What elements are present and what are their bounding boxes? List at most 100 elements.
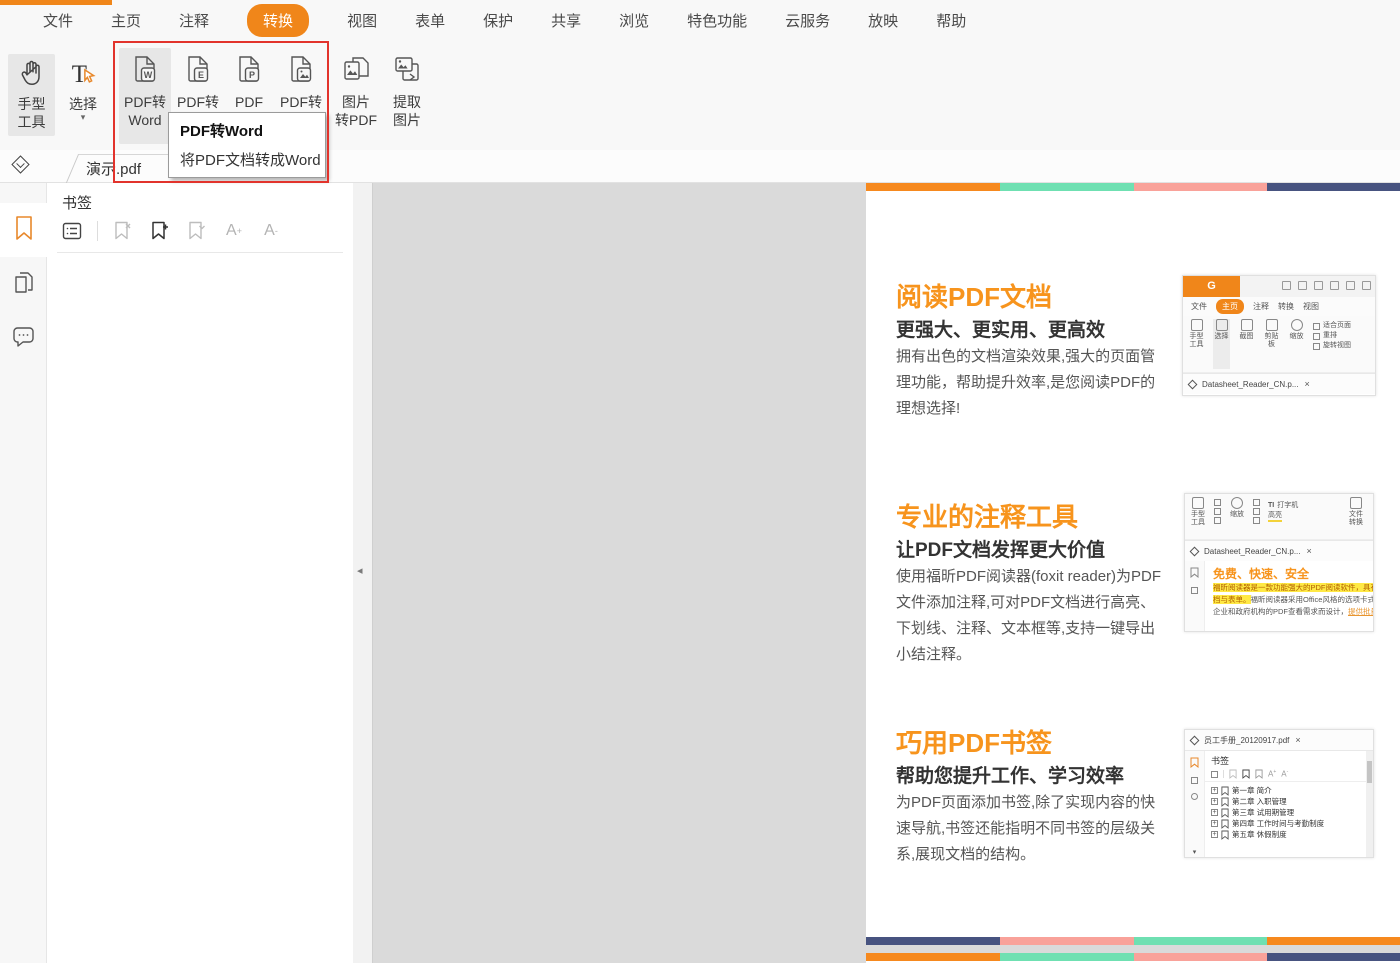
decrease-font-icon: A- xyxy=(1281,769,1289,779)
menu-view[interactable]: 视图 xyxy=(347,10,377,31)
mini3-panel-title: 书签 xyxy=(1211,756,1230,766)
mini3-panel-toolbar: A+ A- xyxy=(1205,768,1373,781)
expand-bookmark-button[interactable] xyxy=(185,219,209,243)
excel-badge: E xyxy=(198,70,204,80)
window-accent-strip xyxy=(0,0,112,5)
sidebar-tab-bookmarks[interactable] xyxy=(0,203,47,257)
doc-link: 提供批量 xyxy=(1348,607,1373,616)
mini3-panel: 书签 A+ A- + 第一章 简介 + 第二章 入职管理 + 第三章 试用期管理 + 第… xyxy=(1205,751,1373,857)
menu-protect[interactable]: 保护 xyxy=(483,10,513,31)
section-3-heading: 巧用PDF书签 xyxy=(896,728,1053,758)
edit-pencil-icon xyxy=(1189,735,1200,745)
navigation-sidebar xyxy=(0,183,47,963)
panel-collapse-strip[interactable]: ◂ xyxy=(353,183,372,963)
mini1-quick-icons xyxy=(1282,281,1371,290)
toolbar-separator xyxy=(97,221,98,241)
page-top-color-bars xyxy=(866,183,1400,191)
section-2-body: 使用福昕PDF阅读器(foxit reader)为PDF文件添加注释,可对PDF… xyxy=(896,568,1162,663)
section-1-subheading: 更强大、更实用、更高效 xyxy=(896,320,1106,341)
hand-tool-button[interactable]: 手型 工具 xyxy=(8,54,55,136)
pdf-to-image-label-1: PDF转 xyxy=(280,94,322,110)
mini1-rotate-view: 旋转视图 xyxy=(1323,342,1351,349)
page2-top-color-bars xyxy=(866,953,1400,961)
increase-font-button[interactable]: A + xyxy=(222,219,246,243)
bookmark-item: + 第三章 试用期管理 xyxy=(1211,808,1295,818)
select-tool-button[interactable]: T 选择 ▾ xyxy=(60,54,106,136)
add-bookmark-button[interactable] xyxy=(148,219,172,243)
menu-slideshow[interactable]: 放映 xyxy=(868,10,898,31)
delete-bookmark-button[interactable] xyxy=(111,219,135,243)
pdf-to-ppt-icon: P xyxy=(232,52,266,90)
chevron-down-icon: ▾ xyxy=(1192,849,1197,856)
panel-divider xyxy=(57,252,343,253)
extract-image-label-1: 提取 xyxy=(393,94,421,110)
menu-cloud[interactable]: 云服务 xyxy=(785,10,830,31)
menu-form[interactable]: 表单 xyxy=(415,10,445,31)
menu-features[interactable]: 特色功能 xyxy=(687,10,747,31)
highlighted-text: 福昕阅读器是一款功能强大的PDF阅读软件，具有 xyxy=(1213,583,1373,592)
select-text-icon: T xyxy=(68,58,98,92)
menu-comment[interactable]: 注释 xyxy=(179,10,209,31)
pdf-to-ppt-label-1: PDF xyxy=(235,94,263,110)
mini-screenshot-annotate: 手型工具 缩放 TI 打字机 高亮 文件转换 Datasheet_Reader_C… xyxy=(1184,493,1374,632)
bookmark-icon xyxy=(1190,567,1199,578)
mini2-highlight-tool: 高亮 xyxy=(1268,512,1282,522)
extract-image-label-2: 图片 xyxy=(393,112,421,128)
bookmark-list-options-button[interactable] xyxy=(60,219,84,243)
section-3-subheading: 帮助您提升工作、学习效率 xyxy=(896,766,1125,787)
document-view-area[interactable]: 阅读PDF文档 更强大、更实用、更高效 拥有出色的文档渲染效果,强大的页面管理功… xyxy=(372,183,1400,963)
mini3-tab-label: 员工手册_20120917.pdf xyxy=(1204,735,1290,745)
highlighted-text: 档与表单。 xyxy=(1213,595,1251,604)
sidebar-tab-comments[interactable] xyxy=(0,318,47,362)
pdf-to-image-icon xyxy=(284,52,318,90)
mini1-zoom-tool: 缩放 xyxy=(1289,333,1304,340)
mini2-zoom-tool: 缩放 xyxy=(1230,511,1244,518)
menu-file[interactable]: 文件 xyxy=(43,10,73,31)
mini2-hand-tool: 手型工具 xyxy=(1191,511,1205,526)
collapse-panel-icon[interactable]: ◂ xyxy=(357,564,363,577)
sidebar-tab-pages[interactable] xyxy=(0,263,47,307)
section-3-body: 为PDF页面添加书签,除了实现内容的快速导航,书签还能指明不同书签的层级关系,展… xyxy=(896,794,1156,863)
menu-help[interactable]: 帮助 xyxy=(936,10,966,31)
mini1-menu-convert: 转换 xyxy=(1278,302,1294,311)
mini3-scrollbar xyxy=(1366,751,1373,857)
mini-screenshot-reader: G 文件 主页 注释 转换 视图 手型工具 选择 截图 剪贴板 缩放 适合页面 xyxy=(1182,275,1376,396)
close-icon: × xyxy=(1306,546,1312,556)
extract-image-button[interactable]: 提取 图片 xyxy=(382,48,432,144)
menu-share[interactable]: 共享 xyxy=(551,10,581,31)
pages-icon xyxy=(1191,587,1198,594)
mini1-menu-view: 视图 xyxy=(1303,302,1319,311)
expand-bookmark-icon xyxy=(1255,769,1263,779)
image-to-pdf-label-2: 转PDF xyxy=(335,112,377,128)
bookmark-panel-title: 书签 xyxy=(62,195,93,212)
menu-home[interactable]: 主页 xyxy=(111,10,141,31)
print-icon xyxy=(1314,281,1323,290)
image-to-pdf-button[interactable]: 图片 转PDF xyxy=(330,48,382,144)
decrease-font-button[interactable]: A- xyxy=(259,219,283,243)
mini2-sidebar xyxy=(1185,561,1205,631)
document-tab-label[interactable]: 演示.pdf xyxy=(86,158,141,179)
bookmark-item: + 第四章 工作时间与考勤制度 xyxy=(1211,819,1325,829)
expand-icon: + xyxy=(1211,831,1218,838)
comment-icon xyxy=(1191,793,1198,800)
ppt-badge: P xyxy=(249,70,255,80)
mini2-doc-content: 免费、快速、安全 福昕阅读器是一款功能强大的PDF阅读软件，具有 档与表单。福昕… xyxy=(1205,561,1373,631)
pages-icon xyxy=(1191,777,1198,784)
mini1-reflow: 重排 xyxy=(1323,332,1337,339)
edit-pencil-icon[interactable] xyxy=(11,155,30,174)
menu-browse[interactable]: 浏览 xyxy=(619,10,649,31)
mini2-convert-tool: 文件转换 xyxy=(1349,511,1363,526)
mini1-select-tool: 选择 xyxy=(1214,333,1229,340)
bookmark-panel: 书签 A + A - xyxy=(47,183,353,963)
pdf-to-excel-label-1: PDF转 xyxy=(177,94,219,110)
mini1-toolbar: 手型工具 选择 截图 剪贴板 缩放 适合页面 重排 旋转视图 xyxy=(1183,316,1375,373)
select-tool-label: 选择 xyxy=(69,96,97,112)
pdf-to-word-label-1: PDF转 xyxy=(124,94,166,110)
expand-icon: + xyxy=(1211,787,1218,794)
menu-convert[interactable]: 转换 xyxy=(247,3,310,37)
hand-tool-label-2: 工具 xyxy=(17,114,46,130)
chevron-down-icon: ▾ xyxy=(80,112,86,122)
pdf-page-1: 阅读PDF文档 更强大、更实用、更高效 拥有出色的文档渲染效果,强大的页面管理功… xyxy=(866,183,1400,945)
mini1-tab-label: Datasheet_Reader_CN.p... xyxy=(1202,379,1299,389)
pdf-to-word-button[interactable]: W PDF转 Word xyxy=(119,48,171,144)
